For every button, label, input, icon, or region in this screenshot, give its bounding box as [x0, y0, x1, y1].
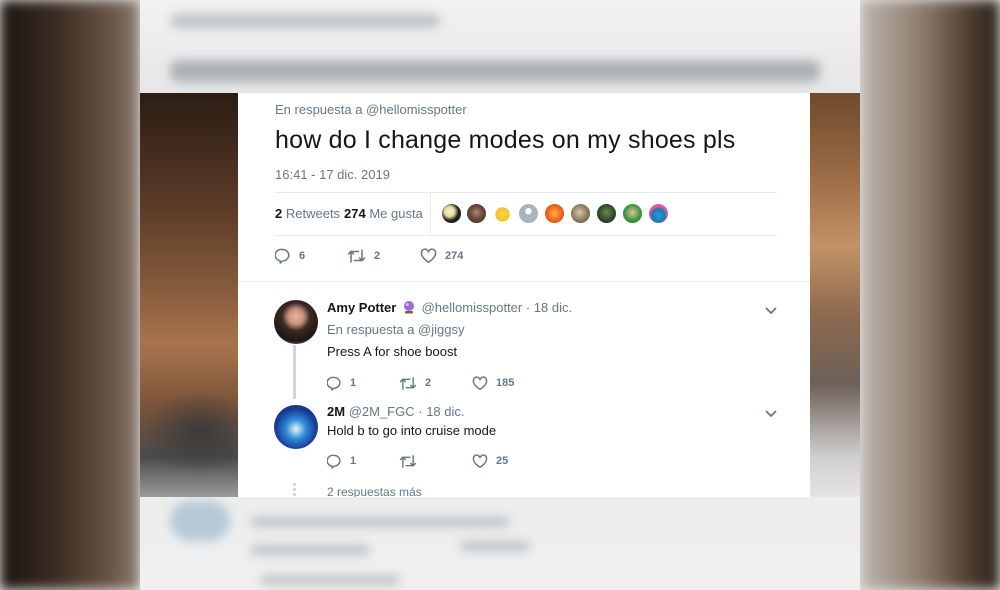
retweet-count: 2: [425, 377, 432, 389]
reply-count: 1: [350, 455, 357, 467]
reply-date[interactable]: · 18 dic.: [418, 404, 464, 419]
avatar[interactable]: [274, 405, 318, 449]
like-button[interactable]: 25: [472, 450, 508, 472]
screenshot-strip: En respuesta a @hellomisspotter how do I…: [140, 93, 860, 497]
liker-avatar[interactable]: [622, 203, 643, 224]
background-photo-left: [140, 93, 238, 497]
retweets-label: Retweets: [285, 206, 341, 221]
reply-button[interactable]: 1: [327, 372, 356, 394]
reply-date[interactable]: · 18 dic.: [526, 300, 572, 315]
likes-count: 274: [344, 206, 366, 221]
reply-context[interactable]: En respuesta a @jiggsy: [327, 322, 465, 337]
liker-avatar[interactable]: [441, 203, 462, 224]
stats-divider: [430, 193, 431, 235]
reply-icon: [327, 454, 342, 469]
retweet-button[interactable]: 2: [399, 372, 431, 394]
retweet-icon: [399, 376, 417, 391]
likes-label: Me gusta: [369, 206, 423, 221]
reply-author-name[interactable]: 2M: [327, 404, 345, 419]
reply-button[interactable]: 1: [327, 450, 356, 472]
reply-icon: [275, 248, 291, 264]
liker-avatar[interactable]: [492, 203, 513, 224]
tweet-stats: 2 Retweets 274 Me gusta: [275, 192, 777, 236]
thread-line: [293, 345, 296, 399]
chevron-down-icon[interactable]: [764, 304, 778, 318]
blurred-top-area: [140, 0, 860, 93]
reply-count: 1: [350, 377, 357, 389]
reply-count: 6: [299, 250, 306, 262]
heart-icon: [420, 248, 437, 264]
heart-icon: [472, 453, 488, 469]
liker-avatar[interactable]: [544, 203, 565, 224]
like-count: 25: [496, 455, 509, 467]
crystal-ball-icon: [402, 300, 416, 314]
reply-author-handle[interactable]: @hellomisspotter: [422, 300, 523, 315]
like-count: 274: [445, 250, 464, 262]
blurred-photo-right: [860, 0, 1000, 590]
heart-icon: [472, 375, 488, 391]
thread-continuation-dots: [293, 483, 296, 497]
reply-author-name[interactable]: Amy Potter: [327, 300, 396, 315]
liker-avatar[interactable]: [518, 203, 539, 224]
reply-header: Amy Potter @hellomisspotter · 18 dic.: [327, 300, 572, 315]
reply-author-handle[interactable]: @2M_FGC: [349, 404, 415, 419]
reply-header: 2M @2M_FGC · 18 dic.: [327, 404, 465, 419]
avatar[interactable]: [274, 300, 318, 344]
retweet-button[interactable]: 2: [347, 245, 380, 267]
retweet-icon: [347, 248, 366, 264]
tweet-card: En respuesta a @hellomisspotter how do I…: [238, 93, 810, 497]
liker-avatar[interactable]: [570, 203, 591, 224]
retweets-stat[interactable]: 2 Retweets: [275, 206, 340, 221]
retweet-count: 2: [374, 250, 381, 262]
like-button[interactable]: 185: [472, 372, 514, 394]
reply-text: Press A for shoe boost: [327, 344, 458, 359]
like-count: 185: [496, 377, 515, 389]
retweet-button[interactable]: [399, 450, 425, 472]
divider: [238, 281, 810, 282]
retweet-icon: [399, 454, 417, 469]
blurred-photo-left: [0, 0, 140, 590]
tweet-text: how do I change modes on my shoes pls: [275, 126, 736, 154]
likes-stat[interactable]: 274 Me gusta: [344, 206, 423, 221]
tweet-reply-context[interactable]: En respuesta a @hellomisspotter: [275, 102, 467, 117]
chevron-down-icon[interactable]: [764, 407, 778, 421]
liker-avatar[interactable]: [466, 203, 487, 224]
like-button[interactable]: 274: [420, 245, 463, 267]
reply-text: Hold b to go into cruise mode: [327, 423, 497, 438]
tweet-timestamp[interactable]: 16:41 - 17 dic. 2019: [275, 167, 390, 182]
liker-avatar[interactable]: [596, 203, 617, 224]
blurred-bottom-area: [140, 497, 860, 590]
background-photo-right: [810, 93, 860, 497]
retweets-count: 2: [275, 206, 283, 221]
more-replies-link[interactable]: 2 respuestas más: [327, 485, 422, 497]
reply-icon: [327, 376, 342, 391]
liker-avatar[interactable]: [648, 203, 669, 224]
reply-button[interactable]: 6: [275, 245, 305, 267]
